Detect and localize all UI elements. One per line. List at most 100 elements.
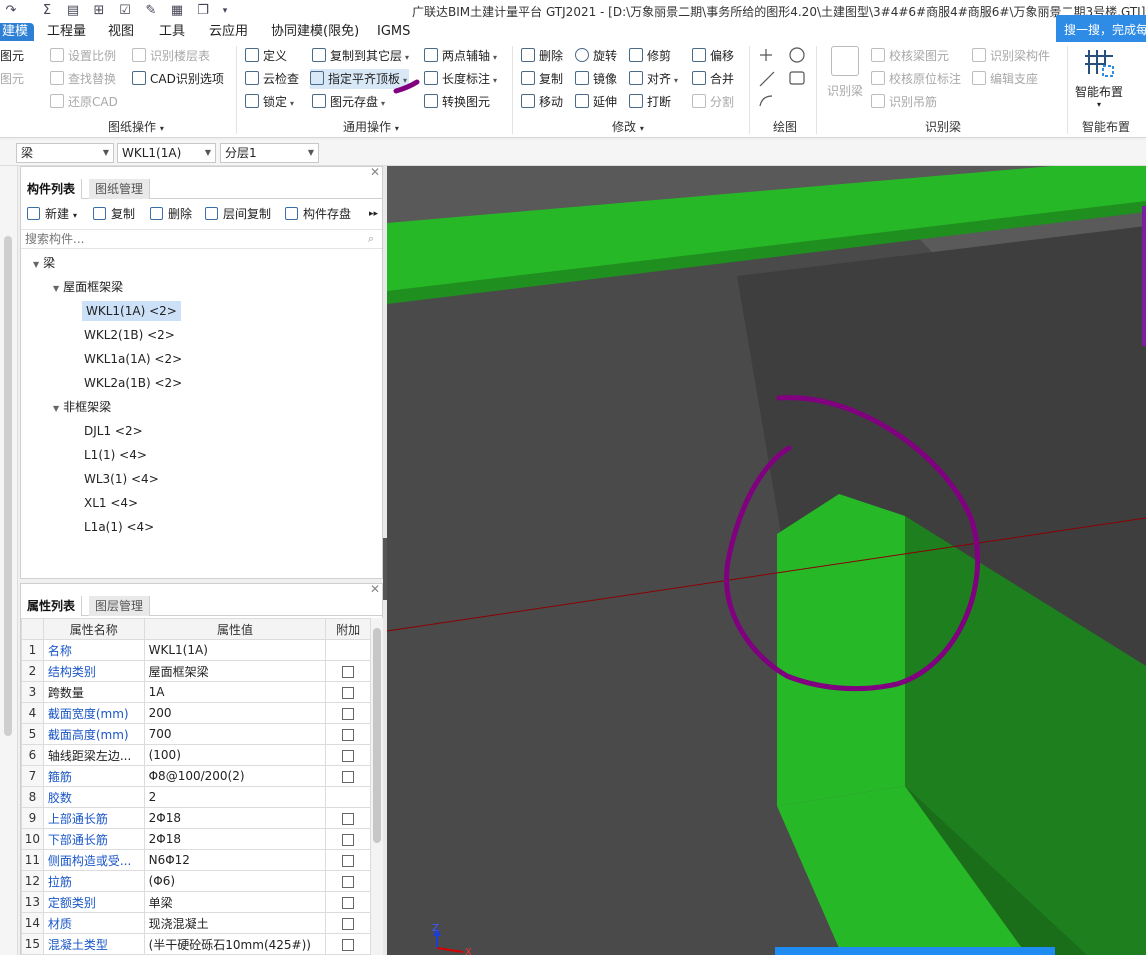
cad-options-button[interactable]: CAD识别选项 — [132, 69, 224, 89]
extend-button[interactable]: 延伸 — [575, 92, 617, 112]
extra-checkbox[interactable] — [342, 770, 355, 783]
ribbon-item-pick-element[interactable]: 图元 — [0, 46, 24, 66]
property-row[interactable]: 14 材质 现浇混凝土 — [21, 912, 371, 934]
property-value[interactable]: 2Φ18 — [143, 807, 327, 829]
tab-component-list[interactable]: 构件列表 — [21, 179, 83, 199]
element-type-select[interactable]: 梁 ▼ — [16, 143, 114, 163]
ribbon-item-element-2[interactable]: 图元 — [0, 69, 24, 89]
check-original-mark-button[interactable]: 校核原位标注 — [871, 69, 961, 89]
tab-layer-manage[interactable]: 图层管理 — [89, 596, 151, 616]
check-beam-element-button[interactable]: 校核梁图元 — [871, 46, 949, 66]
property-value[interactable]: 2 — [143, 786, 327, 808]
tree-item[interactable]: WKL1(1A) <2> — [82, 301, 181, 321]
property-scrollbar[interactable] — [371, 618, 383, 955]
property-value[interactable]: (Φ6) — [143, 870, 327, 892]
property-row[interactable]: 1 名称 WKL1(1A) — [21, 639, 371, 661]
property-value[interactable]: 700 — [143, 723, 327, 745]
draw-tools[interactable] — [756, 44, 812, 114]
tab-collab[interactable]: 协同建模(限免) — [271, 23, 359, 41]
tree-group-non-frame-beam[interactable]: ▼ 非框架梁 — [53, 397, 111, 417]
property-row[interactable]: 11 侧面构造或受... N6Φ12 — [21, 849, 371, 871]
property-value[interactable]: (半干硬砼砾石10mm(425#)) — [143, 933, 327, 955]
search-icon[interactable]: ⌕ — [368, 232, 374, 246]
extra-checkbox[interactable] — [342, 812, 355, 825]
layer-select[interactable]: 分层1 ▼ — [220, 143, 319, 163]
3d-scene[interactable]: Z X — [387, 166, 1146, 955]
extra-checkbox[interactable] — [342, 938, 355, 951]
delete-component-button[interactable]: 删除 — [150, 203, 192, 225]
copy-icon[interactable]: ❐ — [194, 2, 212, 20]
extra-checkbox[interactable] — [342, 854, 355, 867]
extra-checkbox[interactable] — [342, 728, 355, 741]
close-icon[interactable]: ✕ — [370, 582, 380, 596]
element-save-button[interactable]: 图元存盘 ▾ — [312, 92, 385, 112]
3d-viewport[interactable]: Z X — [387, 166, 1146, 955]
more-tools-icon[interactable]: ▸▸ — [369, 203, 378, 225]
find-replace-button[interactable]: 查找替换 — [50, 69, 116, 89]
extra-checkbox[interactable] — [342, 665, 355, 678]
property-value[interactable]: N6Φ12 — [143, 849, 327, 871]
tab-view[interactable]: 视图 — [108, 23, 134, 41]
extra-checkbox[interactable] — [342, 833, 355, 846]
tab-property-list[interactable]: 属性列表 — [21, 596, 83, 616]
trim-button[interactable]: 修剪 — [629, 46, 671, 66]
film-icon[interactable]: ▦ — [168, 2, 186, 20]
tree-root-beam[interactable]: ▼ 梁 — [33, 253, 55, 273]
group-label-drawing-ops[interactable]: 图纸操作 ▾ — [108, 118, 164, 135]
component-search-input[interactable] — [21, 230, 351, 248]
group-label-modify[interactable]: 修改 ▾ — [612, 118, 644, 135]
merge-button[interactable]: 合并 — [692, 69, 734, 89]
mirror-button[interactable]: 镜像 — [575, 69, 617, 89]
property-value[interactable]: 单梁 — [143, 891, 327, 913]
cloud-check-button[interactable]: 云检查 — [245, 69, 299, 89]
close-icon[interactable]: ✕ — [370, 165, 380, 179]
define-button[interactable]: 定义 — [245, 46, 287, 66]
tab-modeling[interactable]: 建模 — [0, 23, 34, 41]
property-row[interactable]: 3 跨数量 1A — [21, 681, 371, 703]
smart-layout-button[interactable]: 智能布置 ▾ — [1071, 46, 1127, 109]
tree-item[interactable]: L1(1) <4> — [84, 445, 147, 465]
length-dimension-button[interactable]: 长度标注 ▾ — [424, 69, 497, 89]
extra-checkbox[interactable] — [342, 707, 355, 720]
redo-icon[interactable]: ↷ — [2, 2, 20, 20]
tab-tools[interactable]: 工具 — [159, 23, 185, 41]
tab-quantity[interactable]: 工程量 — [47, 23, 86, 41]
extra-checkbox[interactable] — [342, 686, 355, 699]
tree-item[interactable]: L1a(1) <4> — [84, 517, 154, 537]
copy-component-button[interactable]: 复制 — [93, 203, 135, 225]
tree-item[interactable]: DJL1 <2> — [84, 421, 143, 441]
property-row[interactable]: 15 混凝土类型 (半干硬砼砾石10mm(425#)) — [21, 933, 371, 955]
convert-element-button[interactable]: 转换图元 — [424, 92, 490, 112]
tab-cloud[interactable]: 云应用 — [209, 23, 248, 41]
split-button[interactable]: 分割 — [692, 92, 734, 112]
tree-item[interactable]: WKL2a(1B) <2> — [84, 373, 182, 393]
property-value[interactable]: 200 — [143, 702, 327, 724]
property-value[interactable]: 1A — [143, 681, 327, 703]
rotate-button[interactable]: 旋转 — [575, 46, 617, 66]
dropdown-icon[interactable]: ▾ — [216, 2, 234, 20]
pen-icon[interactable]: ✎ — [142, 2, 160, 20]
offset-button[interactable]: 偏移 — [692, 46, 734, 66]
interlayer-copy-button[interactable]: 层间复制 — [205, 203, 271, 225]
component-save-button[interactable]: 构件存盘 — [285, 203, 351, 225]
set-scale-button[interactable]: 设置比例 — [50, 46, 116, 66]
two-point-axis-button[interactable]: 两点辅轴 ▾ — [424, 46, 497, 66]
property-row[interactable]: 2 结构类别 屋面框架梁 — [21, 660, 371, 682]
identify-hanger-button[interactable]: 识别吊筋 — [871, 92, 937, 112]
break-button[interactable]: 打断 — [629, 92, 671, 112]
tree-item[interactable]: XL1 <4> — [84, 493, 138, 513]
property-value[interactable]: 屋面框架梁 — [143, 660, 327, 682]
property-row[interactable]: 7 箍筋 Φ8@100/200(2) — [21, 765, 371, 787]
grid-calc-icon[interactable]: ⊞ — [90, 2, 108, 20]
search-popup[interactable]: 搜一搜，完成每 — [1056, 15, 1146, 45]
align-button[interactable]: 对齐 ▾ — [629, 69, 678, 89]
sum-icon[interactable]: Σ — [38, 2, 56, 20]
tree-item[interactable]: WKL1a(1A) <2> — [84, 349, 182, 369]
extra-checkbox[interactable] — [342, 875, 355, 888]
edit-support-button[interactable]: 编辑支座 — [972, 69, 1038, 89]
left-scroll-thumb[interactable] — [4, 236, 12, 736]
property-value[interactable]: WKL1(1A) — [143, 639, 327, 661]
extra-checkbox[interactable] — [342, 896, 355, 909]
tree-item[interactable]: WL3(1) <4> — [84, 469, 159, 489]
delete-button[interactable]: 删除 — [521, 46, 563, 66]
